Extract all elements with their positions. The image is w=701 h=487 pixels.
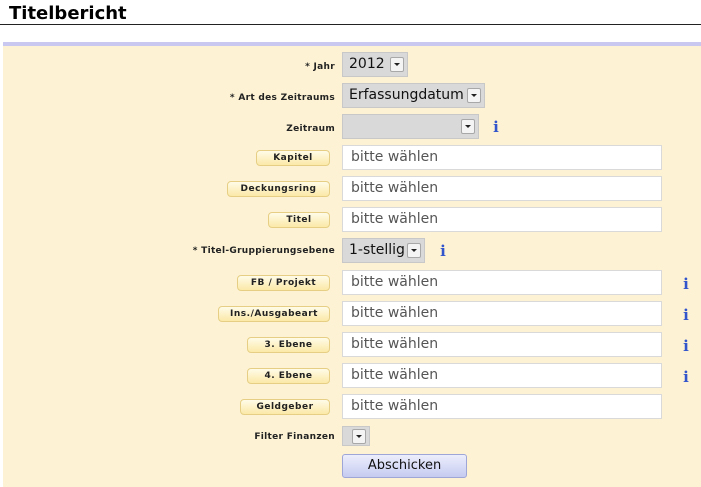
jahr-select[interactable]: 2012 [342, 52, 408, 77]
fb-projekt-button[interactable]: FB / Projekt [237, 275, 330, 291]
info-icon[interactable]: i [488, 119, 504, 135]
deckungsring-button[interactable]: Deckungsring [227, 181, 330, 197]
chevron-down-icon [407, 243, 421, 258]
fb-projekt-field[interactable]: bitte wählen [342, 270, 662, 295]
kapitel-field[interactable]: bitte wählen [342, 145, 662, 170]
chevron-down-icon [461, 119, 475, 134]
geldgeber-field[interactable]: bitte wählen [342, 394, 662, 419]
deckungsring-field[interactable]: bitte wählen [342, 176, 662, 201]
filter-finanzen-label: Filter Finanzen [254, 432, 335, 442]
ebene3-button[interactable]: 3. Ebene [247, 337, 330, 353]
jahr-value: 2012 [349, 56, 385, 72]
info-icon[interactable]: i [435, 243, 451, 259]
info-icon[interactable]: i [678, 276, 694, 292]
info-icon[interactable]: i [678, 307, 694, 323]
info-icon[interactable]: i [678, 338, 694, 354]
titel-button[interactable]: Titel [268, 212, 330, 228]
chevron-down-icon [467, 88, 481, 103]
info-icon[interactable]: i [678, 369, 694, 385]
art-zeitraum-select[interactable]: Erfassungdatum [342, 83, 485, 108]
chevron-down-icon [352, 429, 366, 444]
ausgabeart-button[interactable]: Ins./Ausgabeart [218, 306, 330, 322]
ebene4-field[interactable]: bitte wählen [342, 363, 662, 388]
page-title: Titelbericht [9, 3, 127, 24]
gruppierung-value: 1-stellig [349, 242, 405, 258]
submit-button[interactable]: Abschicken [342, 454, 467, 478]
ebene3-field[interactable]: bitte wählen [342, 332, 662, 357]
geldgeber-button[interactable]: Geldgeber [240, 399, 330, 415]
titel-field[interactable]: bitte wählen [342, 207, 662, 232]
ausgabeart-field[interactable]: bitte wählen [342, 301, 662, 326]
jahr-label: * Jahr [305, 62, 335, 72]
gruppierung-select[interactable]: 1-stellig [342, 238, 425, 263]
art-zeitraum-label: * Art des Zeitraums [229, 93, 335, 103]
zeitraum-label: Zeitraum [286, 124, 335, 134]
gruppierung-label: * Titel-Gruppierungsebene [192, 246, 335, 256]
filter-finanzen-select[interactable] [342, 426, 370, 446]
page: Titelbericht * Jahr 2012 * Art des Zeitr… [0, 0, 701, 487]
chevron-down-icon [390, 57, 404, 72]
kapitel-button[interactable]: Kapitel [256, 150, 330, 166]
zeitraum-select[interactable] [342, 114, 479, 139]
form-panel: * Jahr 2012 * Art des Zeitraums Erfassun… [3, 42, 701, 487]
ebene4-button[interactable]: 4. Ebene [247, 368, 330, 384]
title-divider [0, 24, 701, 25]
art-zeitraum-value: Erfassungdatum [349, 87, 464, 103]
